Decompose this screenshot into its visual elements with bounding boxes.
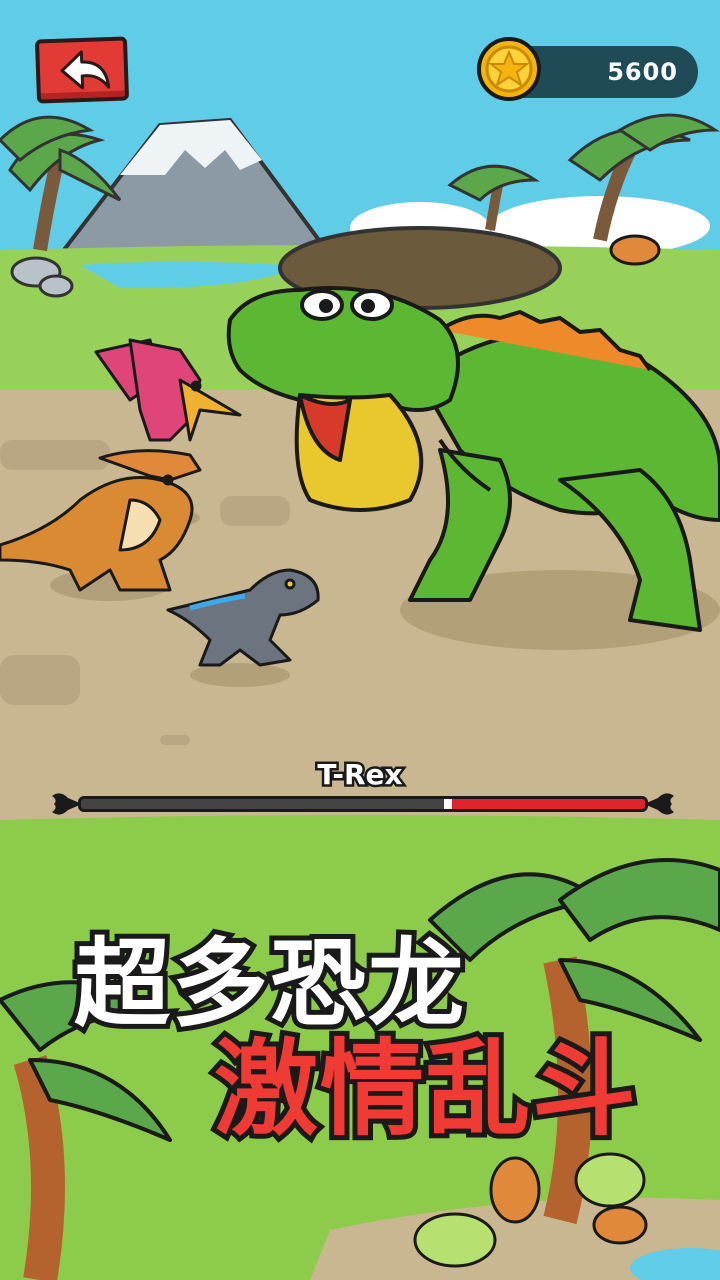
hp-bar-right-ornament bbox=[644, 793, 674, 815]
star-coin-icon bbox=[477, 37, 541, 101]
boss-name-label: T-Rex bbox=[315, 756, 405, 794]
boss-hp-bar bbox=[78, 796, 648, 812]
back-arrow-icon bbox=[60, 50, 111, 90]
boss-hp-fill bbox=[447, 799, 645, 809]
boss-hp-marker bbox=[443, 799, 452, 809]
back-button[interactable] bbox=[34, 36, 130, 104]
coin-count: 5600 bbox=[607, 58, 678, 86]
promo-text-line-2: 激情乱斗 bbox=[209, 1023, 641, 1155]
